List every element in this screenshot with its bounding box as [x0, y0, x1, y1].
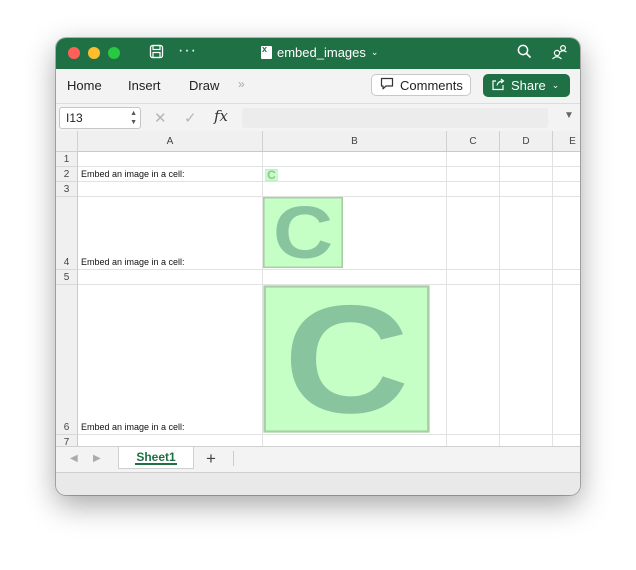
minimize-window-button[interactable] [88, 47, 100, 59]
close-window-button[interactable] [68, 47, 80, 59]
image-letter: C [284, 285, 409, 433]
row-header[interactable]: 1 [56, 152, 78, 167]
name-box-stepper-icon[interactable]: ▲ ▼ [130, 109, 137, 127]
ribbon: Home Insert Draw » Comments Share ⌄ [56, 69, 580, 103]
cancel-icon[interactable]: ✕ [154, 109, 167, 127]
row-number: 2 [63, 169, 70, 180]
embedded-image-b6[interactable]: C [263, 285, 430, 433]
chevron-down-icon: ⌄ [370, 47, 379, 57]
row-header[interactable]: 5 [56, 270, 78, 285]
column-gridline [78, 152, 263, 446]
cell-a2[interactable]: Embed an image in a cell: [81, 169, 185, 179]
formula-bar: I13 ▲ ▼ ✕ ✓ fx ▼ [56, 103, 580, 132]
excel-file-icon [261, 44, 272, 59]
column-gridline [447, 152, 500, 446]
next-sheet-icon[interactable]: ▶ [93, 453, 101, 464]
share-people-icon[interactable] [551, 44, 568, 63]
embedded-image-b4[interactable]: C [263, 197, 343, 268]
tab-home[interactable]: Home [67, 78, 102, 93]
column-header-c[interactable]: C [447, 131, 500, 152]
column-header-d[interactable]: D [500, 131, 553, 152]
row-header[interactable]: 4 [56, 197, 78, 270]
name-box-value: I13 [66, 111, 83, 125]
cell-a6[interactable]: Embed an image in a cell: [81, 422, 185, 432]
row-header[interactable]: 7 [56, 435, 78, 446]
more-options-icon[interactable]: ··· [178, 42, 197, 60]
column-gridline [500, 152, 553, 446]
zoom-window-button[interactable] [108, 47, 120, 59]
comments-button[interactable]: Comments [371, 74, 471, 96]
insert-function-button[interactable]: fx [214, 107, 228, 125]
row-number: 6 [63, 422, 70, 433]
comments-label: Comments [400, 77, 463, 93]
row-number: 1 [63, 154, 70, 165]
divider [233, 451, 234, 466]
row-header[interactable]: 3 [56, 182, 78, 197]
excel-window: ··· embed_images ⌄ Home Insert Draw » Co… [56, 38, 580, 495]
share-icon [491, 77, 505, 94]
row-header[interactable]: 6 [56, 285, 78, 435]
previous-sheet-icon[interactable]: ◀ [70, 453, 78, 464]
comment-icon [380, 77, 394, 93]
image-letter: C [267, 169, 276, 181]
spreadsheet-grid[interactable]: A B C D E 1 2 3 4 5 6 7 Embed an image i… [56, 131, 580, 446]
tab-insert[interactable]: Insert [128, 78, 161, 93]
more-tabs-chevron-icon[interactable]: » [238, 77, 245, 91]
share-label: Share [511, 78, 546, 93]
sheet-tab-sheet1[interactable]: Sheet1 [118, 447, 194, 469]
embedded-image-b2[interactable]: C [265, 169, 278, 181]
image-letter: C [273, 197, 333, 268]
window-title-text: embed_images [277, 45, 366, 60]
column-header-e[interactable]: E [553, 131, 580, 152]
cell-a4[interactable]: Embed an image in a cell: [81, 257, 185, 267]
formula-input[interactable] [242, 108, 548, 128]
row-number: 7 [63, 437, 70, 446]
tab-draw[interactable]: Draw [189, 78, 219, 93]
expand-formula-bar-icon[interactable]: ▼ [564, 110, 574, 121]
search-icon[interactable] [517, 44, 532, 62]
column-header-b[interactable]: B [263, 131, 447, 152]
row-header[interactable]: 2 [56, 167, 78, 182]
add-sheet-button[interactable]: + [206, 449, 216, 469]
save-icon[interactable] [149, 44, 164, 62]
name-box[interactable]: I13 ▲ ▼ [59, 107, 141, 129]
title-bar: ··· embed_images ⌄ [56, 38, 580, 69]
row-number: 3 [63, 184, 70, 195]
window-title[interactable]: embed_images ⌄ [261, 44, 379, 60]
sheet-tab-bar: ◀ ▶ Sheet1 + [56, 446, 580, 473]
row-number: 5 [63, 272, 70, 283]
select-all-corner[interactable] [56, 131, 78, 152]
share-button[interactable]: Share ⌄ [483, 74, 570, 97]
status-bar [56, 472, 580, 495]
column-header-a[interactable]: A [78, 131, 263, 152]
enter-check-icon[interactable]: ✓ [184, 109, 197, 127]
chevron-down-icon: ⌄ [551, 80, 560, 90]
row-number: 4 [63, 257, 70, 268]
